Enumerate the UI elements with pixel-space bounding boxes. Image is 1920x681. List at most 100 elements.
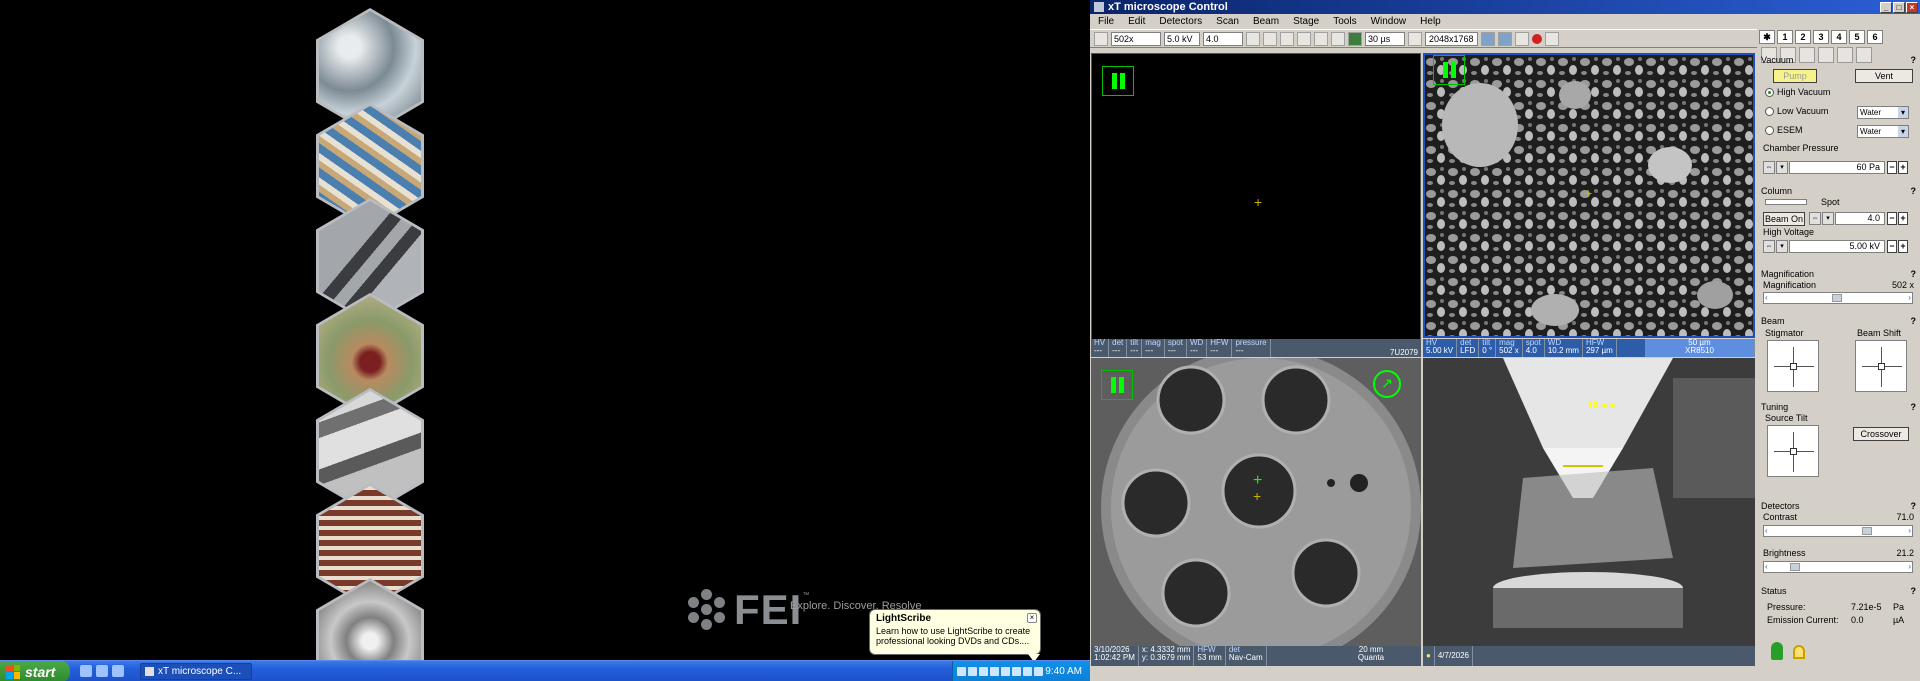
user-green-icon[interactable]	[1771, 642, 1783, 660]
quad-view-3-navcam[interactable]: ↗ + +	[1091, 358, 1421, 646]
spot-step-icon[interactable]: ⇔	[1809, 212, 1821, 225]
radio-esem[interactable]: ESEM	[1765, 125, 1803, 135]
quick-launch-ie-icon[interactable]	[80, 665, 92, 677]
menu-edit[interactable]: Edit	[1128, 16, 1145, 27]
help-icon[interactable]: ?	[1911, 269, 1917, 280]
quad-view-2-sem-image[interactable]: +	[1423, 53, 1755, 338]
beam-on-button[interactable]: Beam On	[1763, 212, 1805, 226]
brightness-slider[interactable]: ‹ ›	[1763, 561, 1913, 573]
high-voltage-value[interactable]: 5.00 kV	[1789, 240, 1885, 253]
help-icon[interactable]: ?	[1911, 316, 1917, 327]
close-button[interactable]: ×	[1906, 1, 1918, 13]
crossover-button[interactable]: Crossover	[1853, 427, 1909, 441]
zoom-icon[interactable]	[1246, 31, 1260, 46]
tray-icon[interactable]	[979, 667, 988, 676]
maximize-button[interactable]: □	[1893, 1, 1905, 13]
clock[interactable]: 9:40 AM	[1045, 666, 1082, 677]
tray-icon[interactable]	[1001, 667, 1010, 676]
contrast-slider[interactable]: ‹ ›	[1763, 525, 1913, 537]
spot-value[interactable]: 4.0	[1835, 212, 1885, 225]
hv-plus-button[interactable]: +	[1898, 240, 1908, 253]
pressure-plus-button[interactable]: +	[1898, 161, 1908, 174]
spot-plus-button[interactable]: +	[1898, 212, 1908, 225]
panel-tab-1[interactable]: 1	[1777, 30, 1793, 44]
detector-icon[interactable]	[1280, 31, 1294, 46]
pause-icon[interactable]	[1497, 31, 1512, 46]
tray-icon[interactable]	[957, 667, 966, 676]
pressure-minus-button[interactable]: −	[1887, 161, 1897, 174]
menu-detectors[interactable]: Detectors	[1159, 16, 1202, 27]
menu-stage[interactable]: Stage	[1293, 16, 1319, 27]
contrast-icon[interactable]	[1297, 31, 1311, 46]
quad-view-4-chamber-camera[interactable]: 10 mm	[1423, 358, 1755, 646]
frame-icon[interactable]	[1408, 31, 1422, 46]
help-icon[interactable]: ?	[1911, 586, 1917, 597]
esem-gas-select[interactable]: Water	[1857, 125, 1909, 138]
beam-icon[interactable]	[1094, 31, 1108, 46]
snapshot-icon[interactable]	[1514, 31, 1529, 46]
minimize-button[interactable]: _	[1880, 1, 1892, 13]
menu-scan[interactable]: Scan	[1216, 16, 1239, 27]
taskbar-item-xt-microscope[interactable]: xT microscope C...	[140, 663, 252, 680]
tray-icon[interactable]	[1034, 667, 1043, 676]
tray-icon[interactable]	[990, 667, 999, 676]
bulb-icon[interactable]: ●	[1426, 652, 1431, 660]
screen-icon[interactable]	[1331, 31, 1345, 46]
pressure-step-icon[interactable]: ⇔	[1763, 161, 1775, 174]
panel-tab-5[interactable]: 5	[1849, 30, 1865, 44]
hv-minus-button[interactable]: −	[1887, 240, 1897, 253]
menu-window[interactable]: Window	[1371, 16, 1407, 27]
focus-icon[interactable]	[1314, 31, 1328, 46]
help-icon[interactable]: ?	[1911, 501, 1917, 512]
help-icon[interactable]: ?	[1911, 402, 1917, 413]
lock-icon[interactable]	[1793, 645, 1805, 659]
stigmator-pad[interactable]	[1767, 340, 1819, 392]
low-vacuum-gas-select[interactable]: Water	[1857, 106, 1909, 119]
quick-launch-desktop-icon[interactable]	[112, 665, 124, 677]
voltage-field[interactable]: 5.0 kV	[1164, 31, 1200, 46]
help-icon[interactable]: ?	[1911, 55, 1917, 66]
radio-high-vacuum[interactable]: High Vacuum	[1765, 87, 1830, 97]
panel-tab-2[interactable]: 2	[1795, 30, 1811, 44]
source-tilt-pad[interactable]	[1767, 425, 1819, 477]
hv-dropdown-icon[interactable]: ▾	[1776, 240, 1788, 253]
magnification-field[interactable]: 502x	[1111, 31, 1161, 46]
quad-view-1[interactable]: +	[1091, 53, 1421, 340]
grid-icon[interactable]	[1544, 31, 1559, 46]
panel-tab-star-icon[interactable]: ✱	[1759, 30, 1775, 44]
start-button[interactable]: start	[0, 661, 70, 681]
lightscribe-balloon[interactable]: LightScribe Learn how to use LightScribe…	[869, 609, 1041, 655]
menu-beam[interactable]: Beam	[1253, 16, 1279, 27]
menu-tools[interactable]: Tools	[1333, 16, 1356, 27]
window-titlebar[interactable]: xT microscope Control _ □ ×	[1090, 0, 1920, 14]
chamber-pressure-value[interactable]: 60 Pa	[1789, 161, 1885, 174]
tray-icon[interactable]	[1012, 667, 1021, 676]
quad-view-icon[interactable]	[1480, 31, 1495, 46]
quick-launch-media-icon[interactable]	[96, 665, 108, 677]
spot-dropdown-icon[interactable]: ▾	[1822, 212, 1834, 225]
scan-speed-icon[interactable]	[1348, 31, 1362, 46]
menu-help[interactable]: Help	[1420, 16, 1441, 27]
hv-step-icon[interactable]: ⇔	[1763, 240, 1775, 253]
pressure-dropdown-icon[interactable]: ▾	[1776, 161, 1788, 174]
tray-icon[interactable]	[968, 667, 977, 676]
spot-field[interactable]: 4.0	[1203, 31, 1243, 46]
record-icon[interactable]	[1531, 33, 1542, 44]
dwell-time-field[interactable]: 30 µs	[1365, 31, 1405, 46]
menu-file[interactable]: File	[1098, 16, 1114, 27]
balloon-close-icon[interactable]: ×	[1027, 613, 1037, 623]
panel-tab-4[interactable]: 4	[1831, 30, 1847, 44]
panel-tab-6[interactable]: 6	[1867, 30, 1883, 44]
tray-icon[interactable]	[1023, 667, 1032, 676]
pump-button[interactable]: Pump	[1773, 69, 1817, 83]
magnification-slider[interactable]: ‹ ›	[1763, 292, 1913, 304]
panel-tab-3[interactable]: 3	[1813, 30, 1829, 44]
navigation-mode-icon[interactable]: ↗	[1373, 370, 1401, 398]
spot-minus-button[interactable]: −	[1887, 212, 1897, 225]
radio-low-vacuum[interactable]: Low Vacuum	[1765, 106, 1828, 116]
resolution-field[interactable]: 2048x1768	[1425, 31, 1478, 46]
help-icon[interactable]: ?	[1911, 186, 1917, 197]
beam-shift-pad[interactable]	[1855, 340, 1907, 392]
vent-button[interactable]: Vent	[1855, 69, 1913, 83]
lens-align-icon[interactable]	[1263, 31, 1277, 46]
